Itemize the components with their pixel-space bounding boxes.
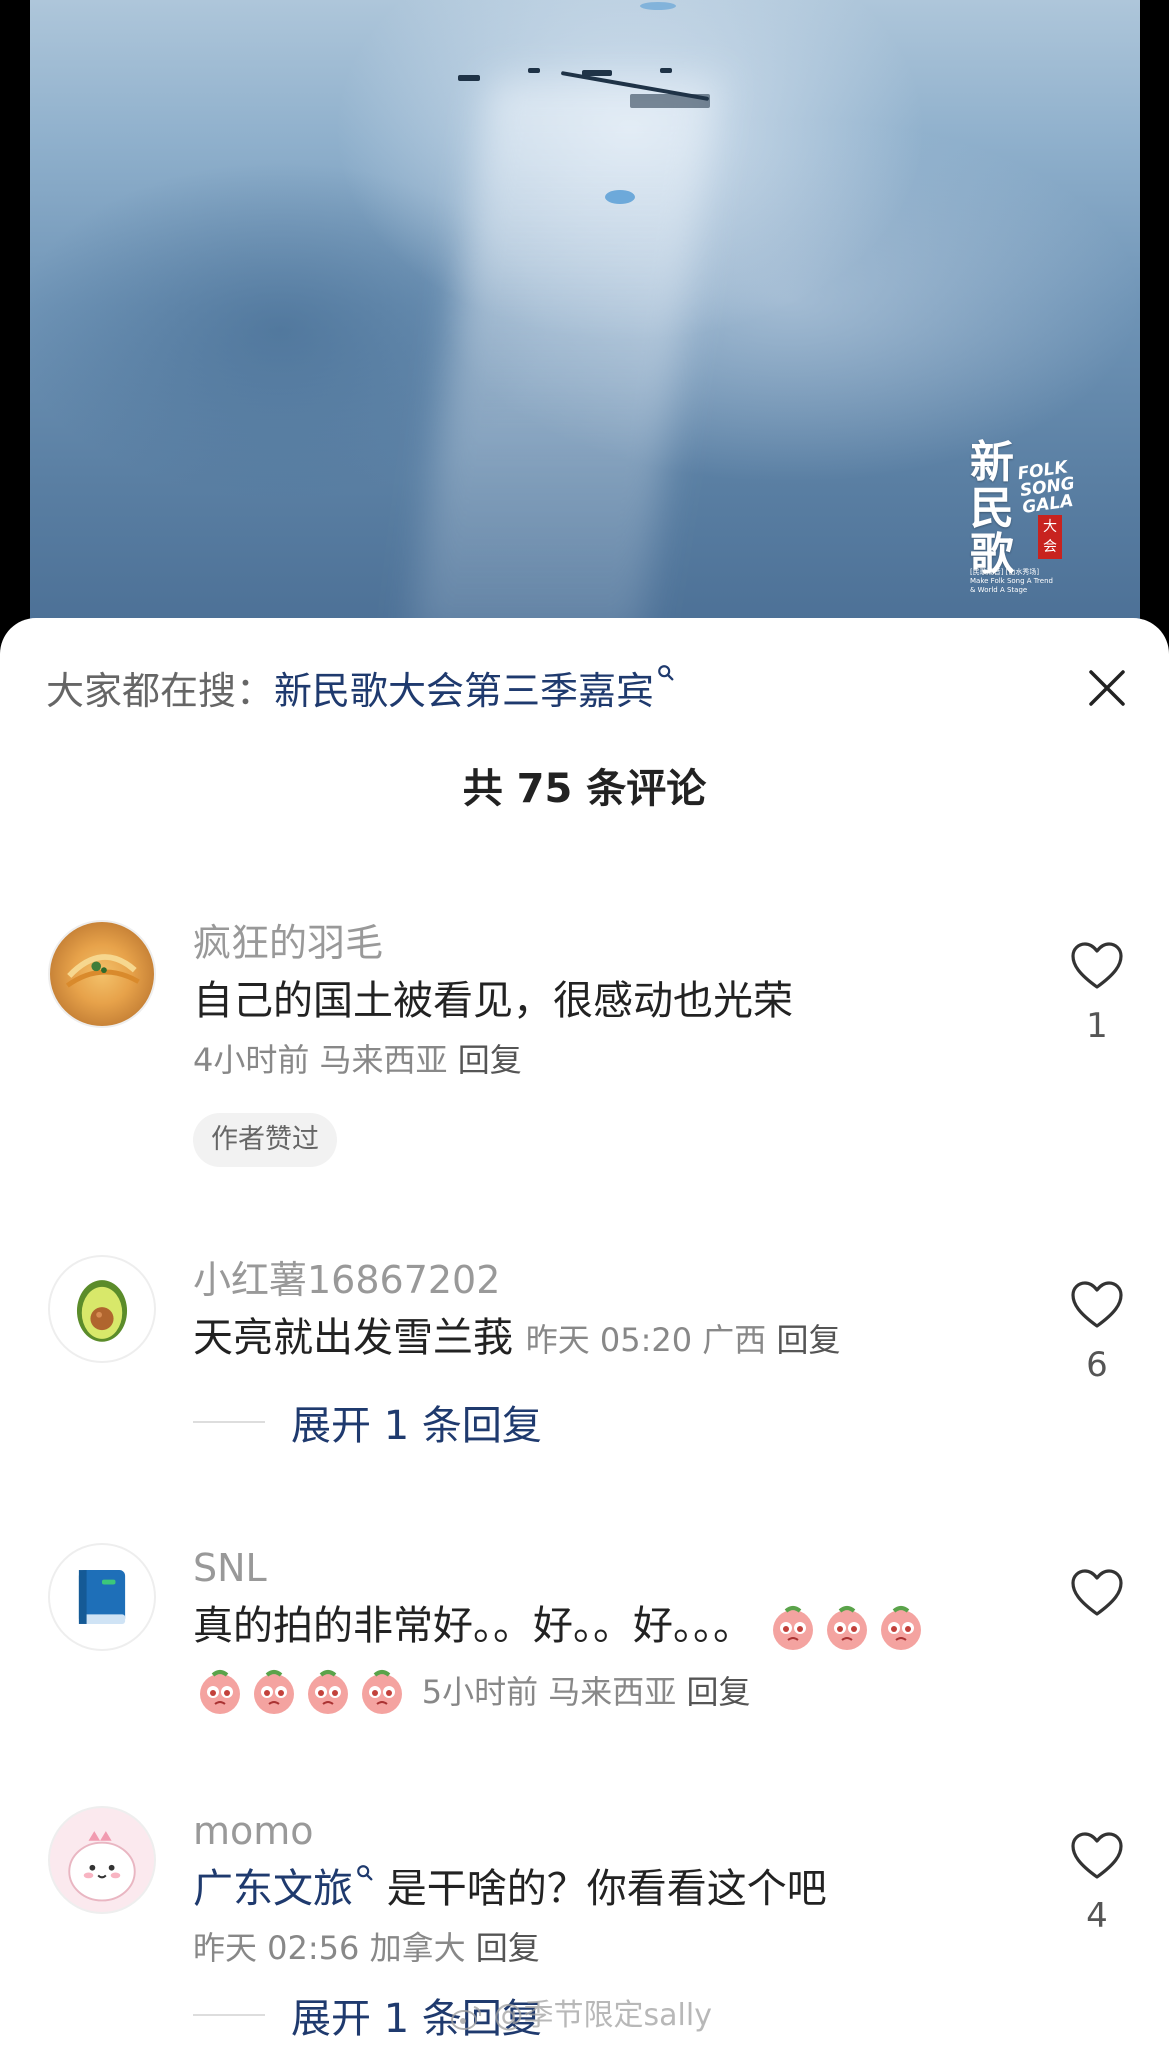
divider (193, 1421, 265, 1423)
logo-seal: 大会 (1038, 515, 1062, 559)
pink-dino-icon (68, 1831, 136, 1902)
heart-icon (1071, 942, 1123, 989)
comment-text: 自己的国土被看见，很感动也光荣 (193, 978, 793, 1024)
comment-username[interactable]: momo (193, 1806, 1013, 1856)
avatar[interactable] (48, 1255, 156, 1363)
topic-link[interactable]: 广东文旅 (193, 1866, 353, 1912)
heart-icon (1071, 1832, 1123, 1879)
comment-meta: 4小时前 马来西亚 回复 (193, 1041, 522, 1079)
water-patch (605, 190, 635, 204)
crying-face-emoji-icon (822, 1603, 872, 1653)
like-count: 4 (1086, 1896, 1108, 1936)
like-button[interactable]: 1 (1067, 940, 1127, 1050)
trending-prefix: 大家都在搜： (46, 669, 275, 713)
like-button[interactable]: 4 (1067, 1830, 1127, 1940)
close-icon[interactable] (1085, 666, 1129, 710)
logo-title: 新民歌 (970, 437, 1014, 580)
folk-song-gala-logo: 新民歌 FOLK SONG GALA 大会 [民歌潮音] [山水秀场] Make… (970, 440, 1080, 600)
expand-replies[interactable]: 展开 1 条回复 (193, 1392, 1013, 1452)
author-liked-badge: 作者赞过 (193, 1113, 337, 1167)
divider (193, 2014, 265, 2016)
comment-text-continued: 5小时前 马来西亚 回复 (193, 1660, 1013, 1722)
boat (660, 68, 672, 73)
food-bowl-icon (65, 954, 140, 988)
reply-button[interactable]: 回复 (476, 1929, 540, 1967)
reply-button[interactable]: 回复 (458, 1041, 522, 1079)
crying-face-emoji-icon (303, 1667, 353, 1717)
video-player[interactable]: 新民歌 FOLK SONG GALA 大会 [民歌潮音] [山水秀场] Make… (30, 0, 1140, 640)
book-icon (78, 1570, 126, 1624)
avatar[interactable] (48, 1806, 156, 1914)
like-count: 1 (1086, 1006, 1108, 1046)
crying-face-emoji-icon (768, 1603, 818, 1653)
search-icon (357, 1865, 373, 1881)
avatar[interactable] (48, 920, 156, 1028)
logo-slogan: [民歌潮音] [山水秀场] Make Folk Song A Trend & W… (970, 568, 1053, 594)
expand-replies-label[interactable]: 展开 1 条回复 (291, 1393, 542, 1451)
comment-username[interactable]: 疯狂的羽毛 (193, 918, 1013, 968)
crying-face-emoji-icon (876, 1603, 926, 1653)
boat (458, 75, 480, 81)
logo-english: FOLK SONG GALA (1016, 457, 1076, 518)
like-count: 6 (1086, 1345, 1108, 1385)
comment-text: 广东文旅 是干啥的？你看看这个吧 (193, 1865, 827, 1912)
heart-icon (1071, 1281, 1123, 1328)
crying-face-emoji-icon (249, 1667, 299, 1717)
pier (630, 94, 710, 108)
comment-count: 共 75 条评论 (462, 766, 707, 812)
comment-sheet: 大家都在搜：新民歌大会第三季嘉宾 共 75 条评论 疯狂的羽毛 自己的国土被看见… (0, 618, 1169, 2045)
sunlight-reflection (410, 80, 720, 640)
watermark: @季节限定sally (450, 1990, 712, 2034)
comment-meta: 昨天 05:20 广西 回复 (525, 1321, 841, 1359)
boat (528, 68, 540, 73)
trending-query-link[interactable]: 新民歌大会第三季嘉宾 (274, 669, 654, 713)
comment-meta: 5小时前 马来西亚 回复 (421, 1673, 751, 1711)
heart-icon (1071, 1569, 1123, 1616)
crying-face-emoji-icon (357, 1667, 407, 1717)
crying-face-emoji-icon (195, 1667, 245, 1717)
trending-search[interactable]: 大家都在搜：新民歌大会第三季嘉宾 (46, 665, 675, 716)
avocado-icon (76, 1280, 128, 1342)
reply-button[interactable]: 回复 (686, 1673, 750, 1711)
weibo-icon (451, 2005, 482, 2030)
like-button[interactable]: 6 (1067, 1279, 1127, 1389)
reply-button[interactable]: 回复 (776, 1321, 840, 1359)
comment-meta: 昨天 02:56 加拿大 回复 (193, 1929, 540, 1967)
comment-username[interactable]: SNL (193, 1543, 1013, 1593)
comment-text: 天亮就出发雪兰莪 昨天 05:20 广西 回复 (193, 1315, 841, 1361)
search-icon (658, 665, 674, 681)
avatar[interactable] (48, 1543, 156, 1651)
water-patch (640, 2, 676, 10)
comment-text: 真的拍的非常好。。好。。好。。。 (193, 1596, 1013, 1656)
like-button[interactable] (1067, 1567, 1127, 1623)
comment-username[interactable]: 小红薯16867202 (193, 1255, 1013, 1305)
